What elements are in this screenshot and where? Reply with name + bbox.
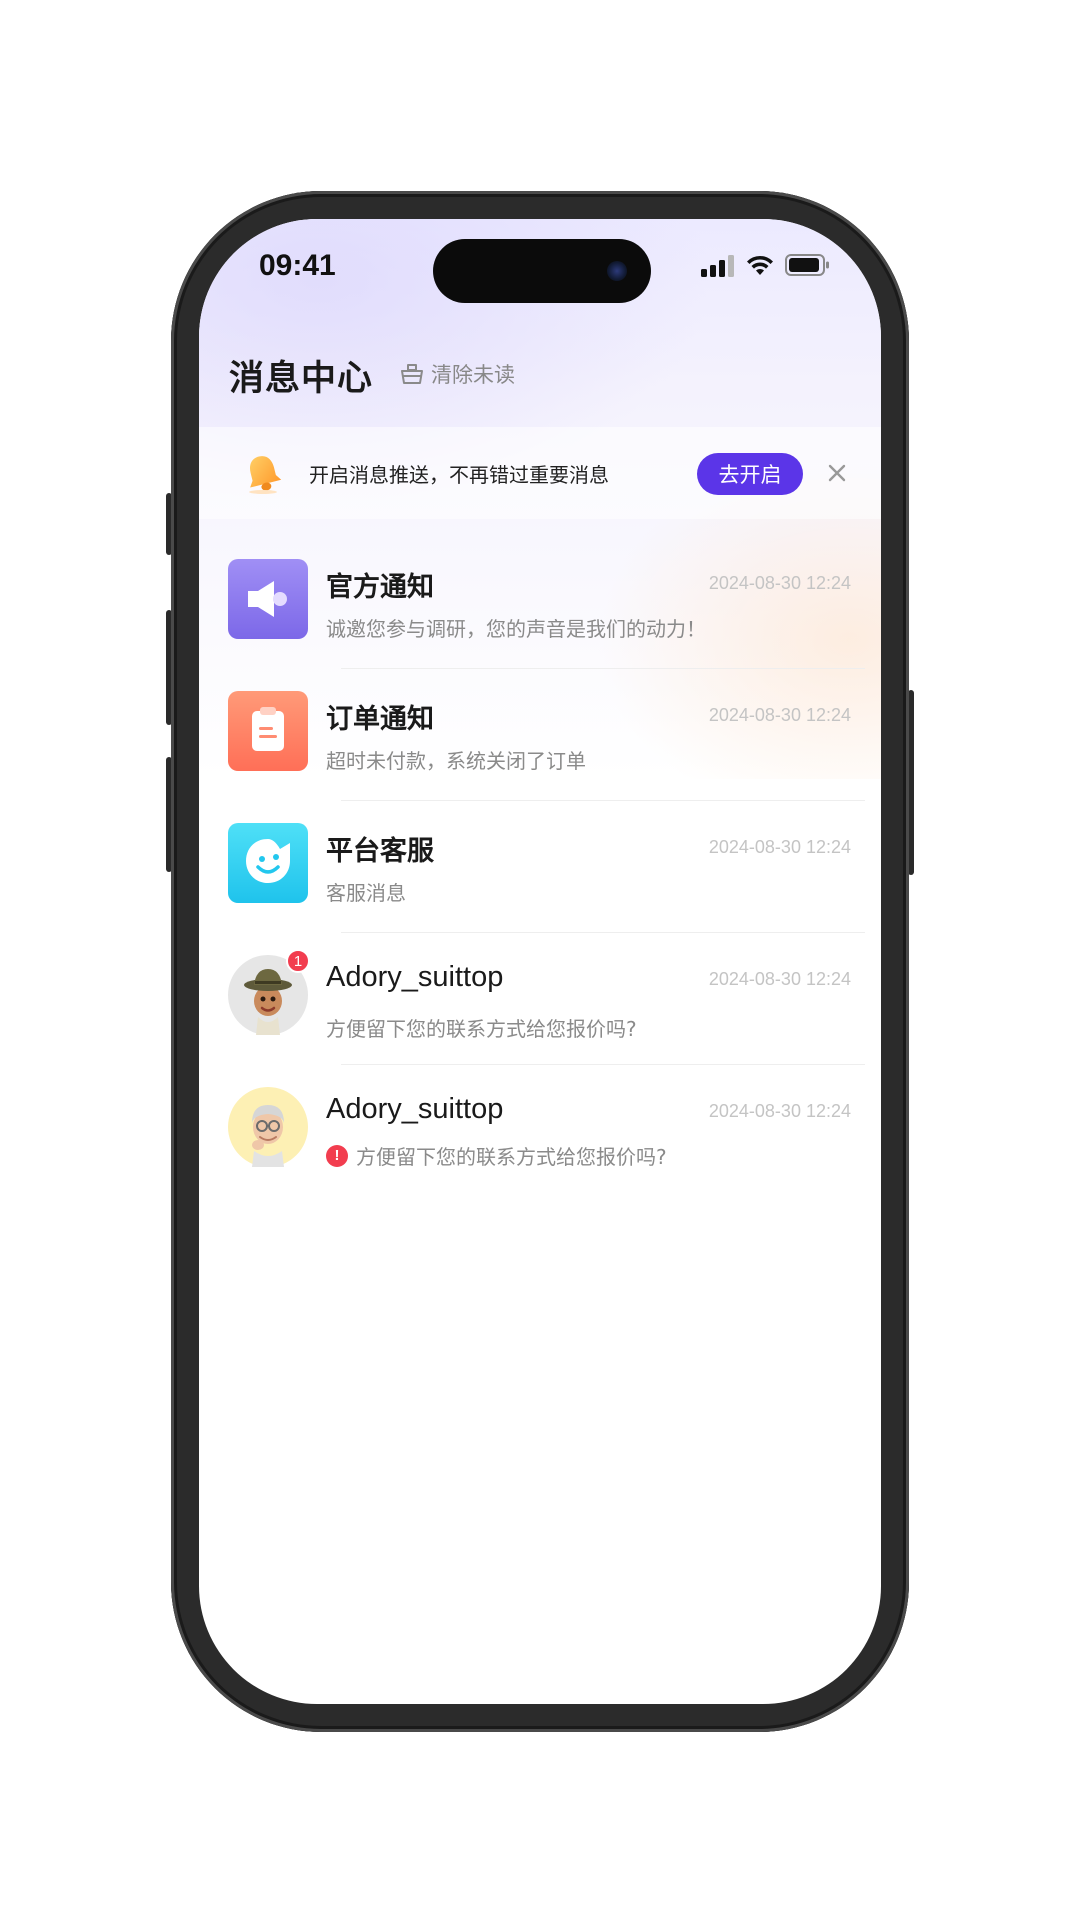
close-banner-button[interactable]: [819, 455, 855, 491]
close-icon: [828, 464, 846, 482]
message-time: 2024-08-30 12:24: [708, 1101, 851, 1121]
camera-icon: [607, 261, 627, 281]
wifi-icon: [747, 255, 773, 275]
push-banner-text: 开启消息推送，不再错过重要消息: [309, 463, 609, 487]
message-preview: 方便留下您的联系方式给您报价吗?: [326, 1013, 637, 1042]
message-time: 2024-08-30 12:24: [708, 705, 851, 725]
megaphone-icon: [228, 559, 308, 639]
clear-unread-button[interactable]: 清除未读: [399, 359, 515, 389]
message-time: 2024-08-30 12:24: [708, 969, 851, 989]
message-row-official[interactable]: 官方通知 2024-08-30 12:24 诚邀您参与调研，您的声音是我们的动力…: [199, 537, 881, 669]
message-preview-text: 超时未付款，系统关闭了订单: [326, 749, 586, 773]
memoji-elder-avatar: [228, 1087, 308, 1167]
stage: 09:41 消息中心 清除未读 开启消息推送，不再错过重要消息 去开启 官方通知…: [0, 0, 1080, 1920]
message-preview: 客服消息: [326, 877, 406, 906]
status-time: 09:41: [259, 249, 336, 282]
memoji-explorer-avatar: 1: [228, 949, 310, 1035]
bell-icon: [249, 456, 282, 494]
send-failed-icon: !: [326, 1144, 348, 1167]
broom-icon: [401, 364, 423, 384]
clipboard-icon: [228, 691, 308, 771]
message-time: 2024-08-30 12:24: [708, 837, 851, 857]
page-title: 消息中心: [229, 359, 374, 399]
message-row-service[interactable]: 平台客服 2024-08-30 12:24 客服消息: [199, 801, 881, 933]
message-preview-text: 诚邀您参与调研，您的声音是我们的动力！: [326, 617, 706, 641]
phone-screen: 09:41 消息中心 清除未读 开启消息推送，不再错过重要消息 去开启 官方通知…: [199, 219, 881, 1704]
message-title: 订单通知: [326, 704, 434, 735]
message-time: 2024-08-30 12:24: [708, 573, 851, 593]
message-row-user-2[interactable]: Adory_suittop 2024-08-30 12:24 ! 方便留下您的联…: [199, 1065, 881, 1197]
message-preview: 超时未付款，系统关闭了订单: [326, 745, 586, 774]
message-row-user-1[interactable]: 1 Adory_suittop 2024-08-30 12:24 方便留下您的联…: [199, 933, 881, 1065]
message-list: 官方通知 2024-08-30 12:24 诚邀您参与调研，您的声音是我们的动力…: [199, 537, 881, 1197]
message-preview-text: 方便留下您的联系方式给您报价吗?: [356, 1145, 667, 1169]
message-title: 平台客服: [326, 836, 434, 867]
service-face-icon: [228, 823, 308, 903]
unread-badge: 1: [286, 949, 310, 973]
message-preview-text: 方便留下您的联系方式给您报价吗?: [326, 1017, 637, 1041]
message-preview: 诚邀您参与调研，您的声音是我们的动力！: [326, 613, 706, 642]
battery-icon: [785, 254, 829, 276]
message-preview: ! 方便留下您的联系方式给您报价吗?: [326, 1141, 667, 1170]
message-preview-text: 客服消息: [326, 881, 406, 905]
message-title: Adory_suittop: [326, 961, 504, 993]
message-title: Adory_suittop: [326, 1093, 504, 1125]
message-row-order[interactable]: 订单通知 2024-08-30 12:24 超时未付款，系统关闭了订单: [199, 669, 881, 801]
signal-icon: [701, 255, 734, 277]
message-title: 官方通知: [326, 572, 434, 603]
status-icons: [701, 253, 833, 277]
push-notification-banner: 开启消息推送，不再错过重要消息 去开启: [199, 427, 881, 519]
dynamic-island: [433, 239, 651, 303]
clear-unread-label: 清除未读: [431, 363, 515, 387]
enable-push-button[interactable]: 去开启: [697, 453, 803, 495]
